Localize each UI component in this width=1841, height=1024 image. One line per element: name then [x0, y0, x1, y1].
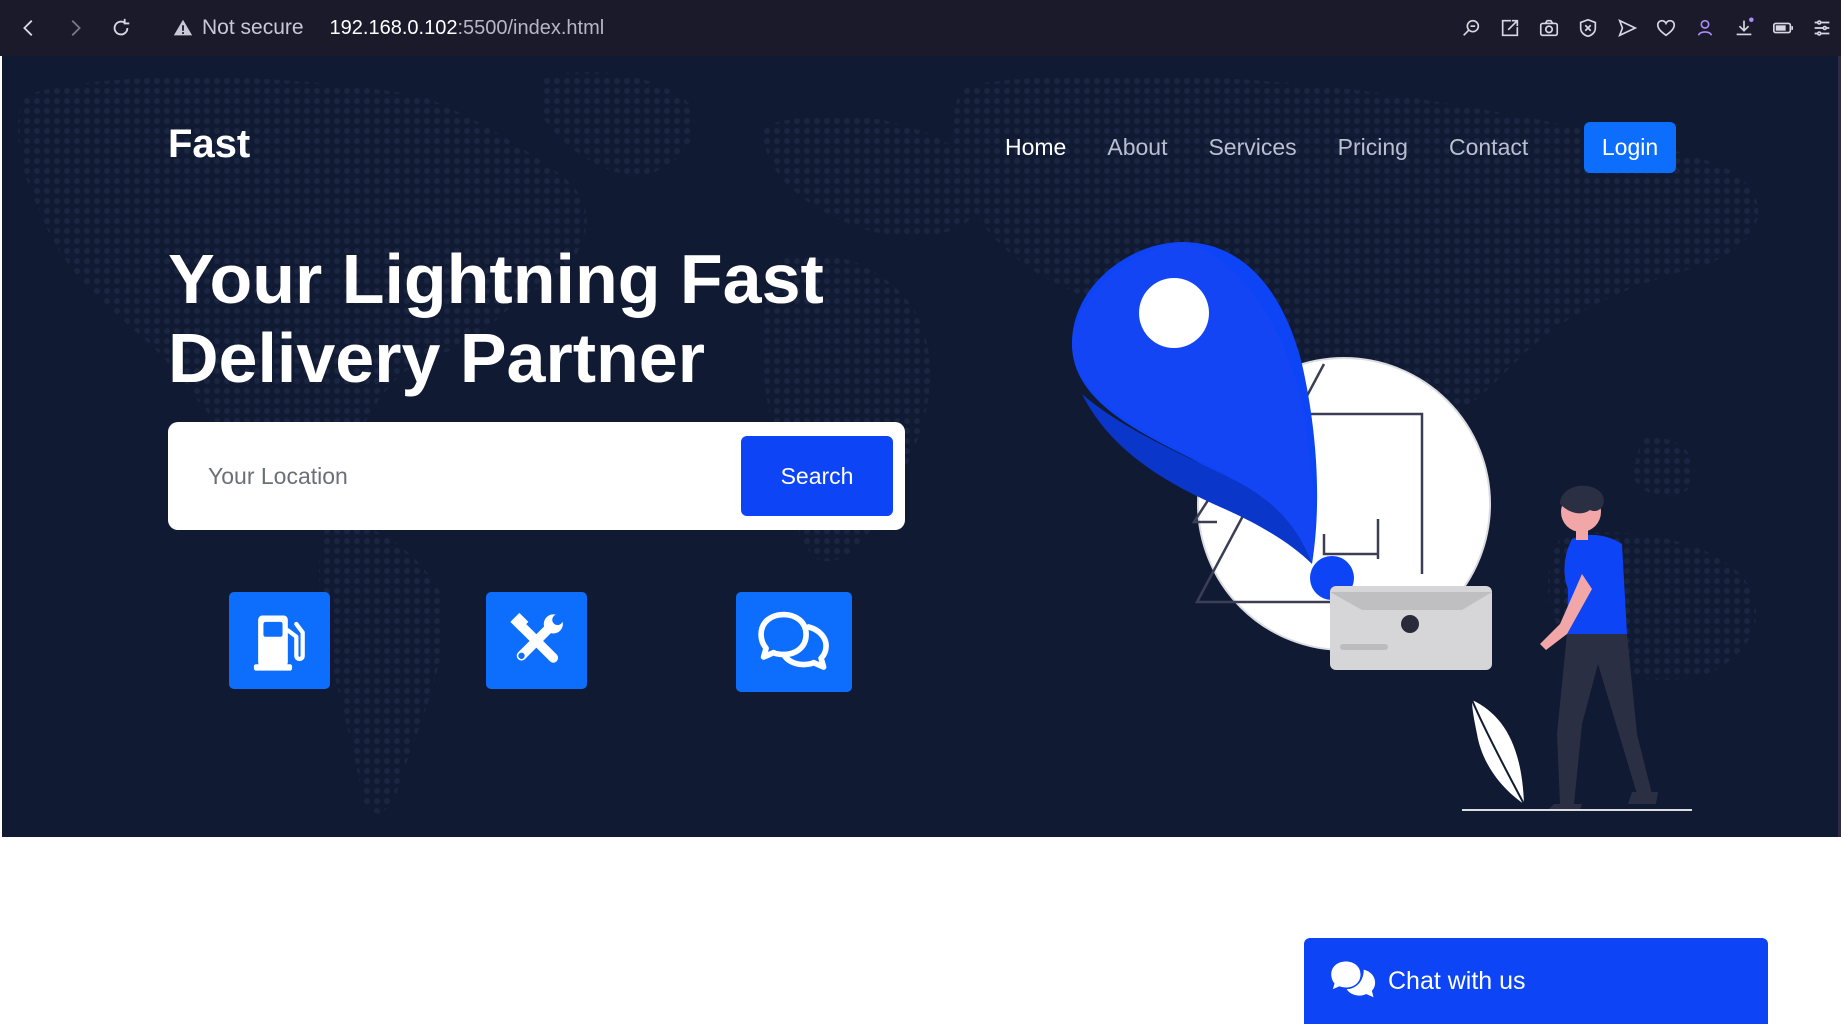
- nav-services[interactable]: Services: [1208, 134, 1296, 161]
- nav-home[interactable]: Home: [1005, 134, 1066, 161]
- forward-button[interactable]: [58, 11, 92, 45]
- share-button[interactable]: [1490, 0, 1529, 56]
- url-text: 192.168.0.102:5500/index.html: [330, 17, 605, 40]
- menu-button[interactable]: [1802, 0, 1841, 56]
- downloads-button[interactable]: [1724, 0, 1763, 56]
- nav-pricing[interactable]: Pricing: [1338, 134, 1408, 161]
- main-nav: Home About Services Pricing Contact: [1005, 134, 1569, 161]
- battery-icon: [1772, 22, 1793, 34]
- security-indicator[interactable]: Not secure: [172, 16, 304, 40]
- location-input[interactable]: [208, 452, 728, 500]
- login-button[interactable]: Login: [1584, 122, 1676, 173]
- reload-button[interactable]: [104, 11, 138, 45]
- chat-widget[interactable]: Chat with us: [1304, 938, 1768, 1024]
- back-icon: [23, 20, 33, 36]
- feature-fuel[interactable]: [229, 592, 330, 689]
- profile-icon: [1697, 19, 1712, 36]
- nav-contact[interactable]: Contact: [1449, 134, 1528, 161]
- delivery-illustration: [1072, 242, 1692, 811]
- forward-icon: [71, 20, 81, 36]
- tools-icon: [510, 612, 564, 663]
- chat-label: Chat with us: [1388, 966, 1526, 995]
- browser-toolbar: Not secure 192.168.0.102:5500/index.html: [0, 0, 1841, 56]
- url-path: :5500/index.html: [457, 16, 605, 39]
- warning-icon: [173, 19, 193, 36]
- feature-tools[interactable]: [486, 592, 587, 689]
- profile-button[interactable]: [1685, 0, 1724, 56]
- menu-icon: [1814, 20, 1829, 36]
- security-label: Not secure: [202, 16, 304, 39]
- address-bar[interactable]: Not secure 192.168.0.102:5500/index.html: [172, 16, 604, 40]
- heart-icon: [1656, 19, 1675, 37]
- adblock-button[interactable]: [1568, 0, 1607, 56]
- feature-support[interactable]: [736, 592, 852, 692]
- download-icon: [1736, 17, 1754, 36]
- gas-pump-icon: [254, 615, 305, 671]
- reload-icon: [113, 18, 130, 36]
- brand-logo[interactable]: Fast: [168, 122, 250, 167]
- comments-icon: [1331, 961, 1376, 998]
- send-icon: [1617, 19, 1637, 37]
- comments-icon: [758, 611, 830, 670]
- search-icon: [1462, 19, 1479, 36]
- shield-icon: [1579, 18, 1596, 38]
- battery-button[interactable]: [1763, 0, 1802, 56]
- snapshot-button[interactable]: [1529, 0, 1568, 56]
- location-search-form: Search: [168, 422, 905, 530]
- back-button[interactable]: [12, 11, 46, 45]
- url-host: 192.168.0.102: [329, 16, 458, 39]
- send-button[interactable]: [1607, 0, 1646, 56]
- search-button[interactable]: [1451, 0, 1490, 56]
- search-button[interactable]: Search: [741, 436, 893, 516]
- hero-section: Fast Home About Services Pricing Contact…: [2, 56, 1839, 837]
- nav-about[interactable]: About: [1107, 134, 1167, 161]
- hero-headline: Your Lightning Fast Delivery Partner: [168, 240, 824, 397]
- share-icon: [1501, 19, 1518, 37]
- camera-icon: [1539, 19, 1558, 37]
- favorite-button[interactable]: [1646, 0, 1685, 56]
